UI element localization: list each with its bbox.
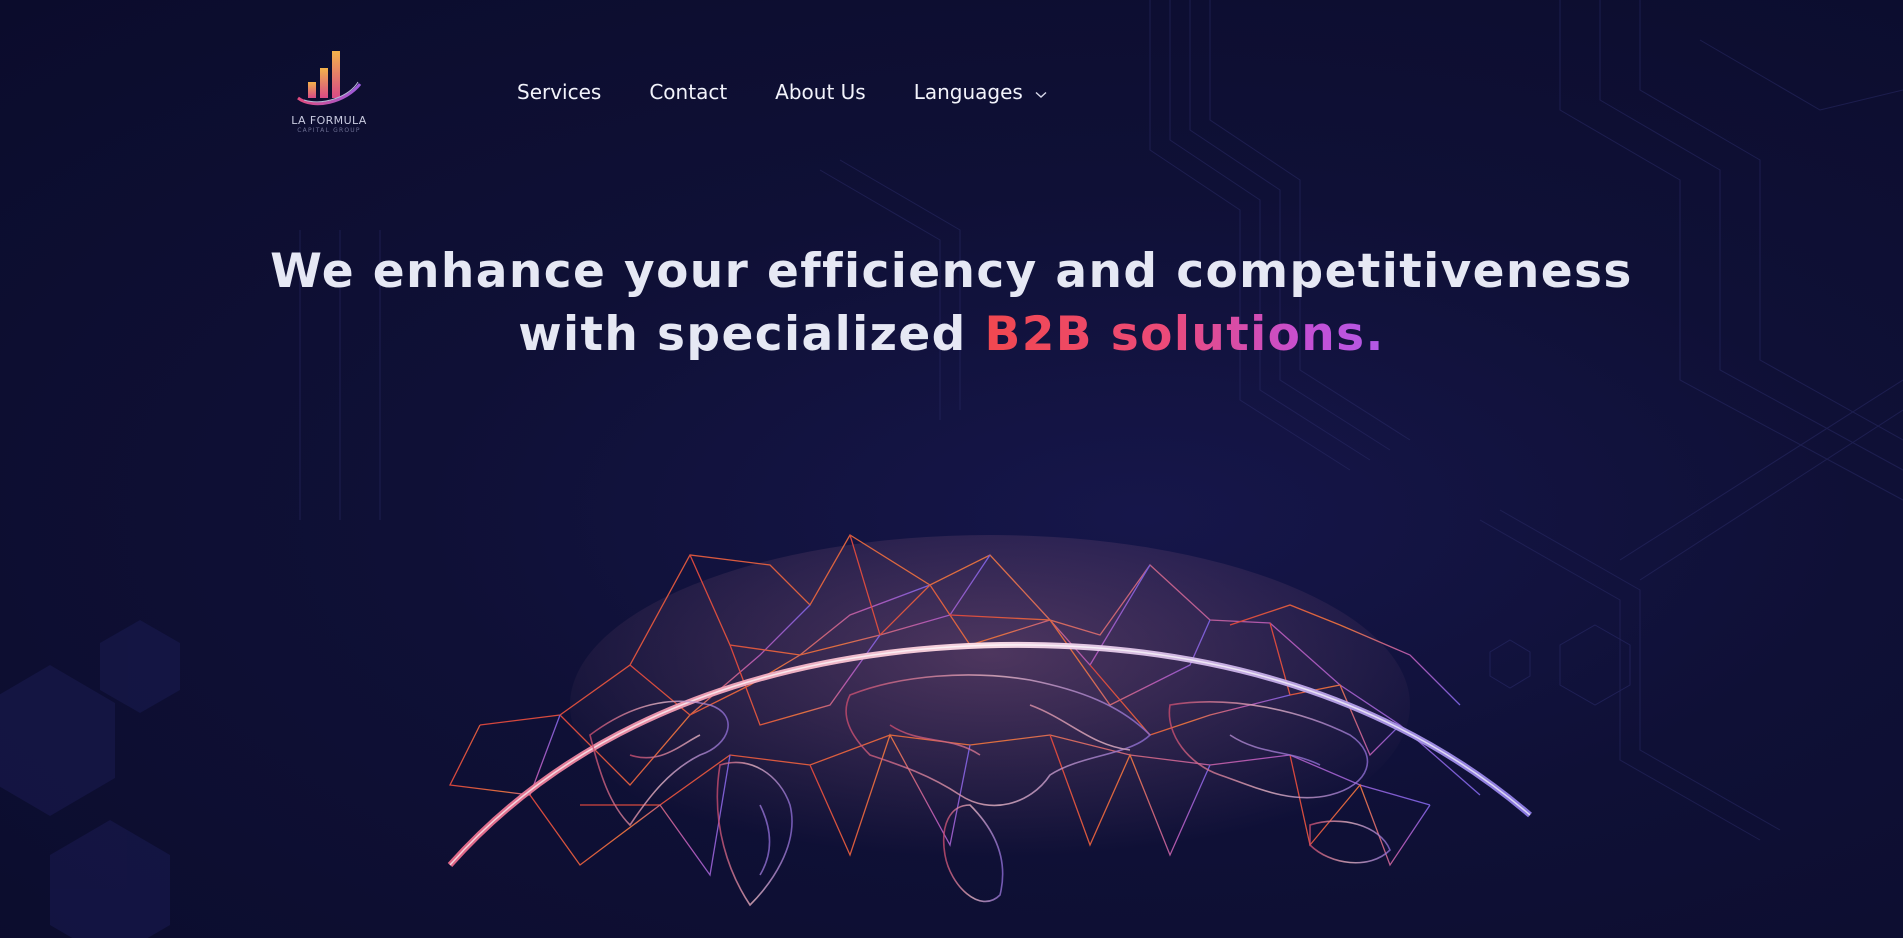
bar-chart-logo-icon bbox=[297, 51, 362, 106]
nav-item-label: About Us bbox=[775, 80, 866, 104]
nav-item-contact[interactable]: Contact bbox=[649, 80, 727, 104]
brand-tagline: CAPITAL GROUP bbox=[297, 127, 361, 134]
hero-headline-prefix: with specialized bbox=[518, 307, 985, 362]
chevron-down-icon bbox=[1035, 80, 1047, 104]
hero-headline: We enhance your efficiency and competiti… bbox=[0, 240, 1903, 366]
nav-item-label: Languages bbox=[913, 80, 1023, 104]
hero-headline-line-1: We enhance your efficiency and competiti… bbox=[270, 244, 1633, 299]
brand-logo[interactable]: LA FORMULA CAPITAL GROUP bbox=[284, 46, 374, 138]
page: LA FORMULA CAPITAL GROUP Services Contac… bbox=[0, 0, 1903, 938]
brand-name: LA FORMULA bbox=[291, 114, 367, 127]
hero-headline-line-2: with specialized B2B solutions. bbox=[0, 303, 1903, 366]
nav-item-label: Services bbox=[517, 80, 602, 104]
main-nav: Services Contact About Us Languages bbox=[517, 80, 1095, 104]
nav-item-services[interactable]: Services bbox=[517, 80, 601, 104]
languages-dropdown[interactable]: Languages bbox=[914, 80, 1047, 104]
hero-headline-highlight: B2B solutions. bbox=[984, 307, 1385, 362]
globe-network-illustration bbox=[447, 534, 1532, 907]
nav-item-label: Contact bbox=[649, 80, 728, 104]
nav-item-about-us[interactable]: About Us bbox=[775, 80, 866, 104]
